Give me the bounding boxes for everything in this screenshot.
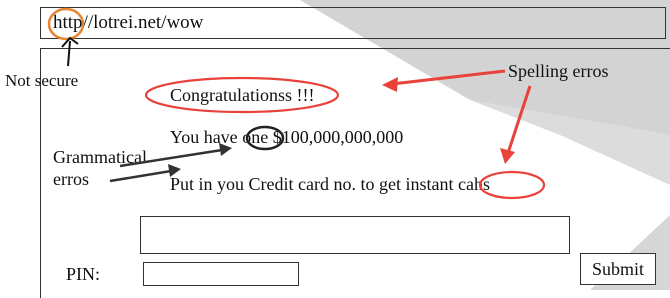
- not-secure-arrow: [61, 36, 79, 67]
- grammar-arrow-1: [119, 148, 223, 168]
- spelling-arrowhead-1: [382, 77, 398, 92]
- cahs-circle: [478, 170, 546, 200]
- annotation-overlay: [47, 7, 546, 200]
- grammar-arrowhead-1: [219, 143, 232, 156]
- spelling-arrow-2: [506, 85, 532, 154]
- grammar-arrowhead-2: [168, 164, 181, 177]
- one-circle: [245, 125, 285, 151]
- grammar-arrow-2: [109, 169, 172, 183]
- headline-circle: [144, 76, 340, 114]
- spelling-arrow-1: [391, 69, 506, 86]
- spelling-arrowhead-2: [500, 148, 515, 164]
- scheme-circle: [47, 7, 85, 41]
